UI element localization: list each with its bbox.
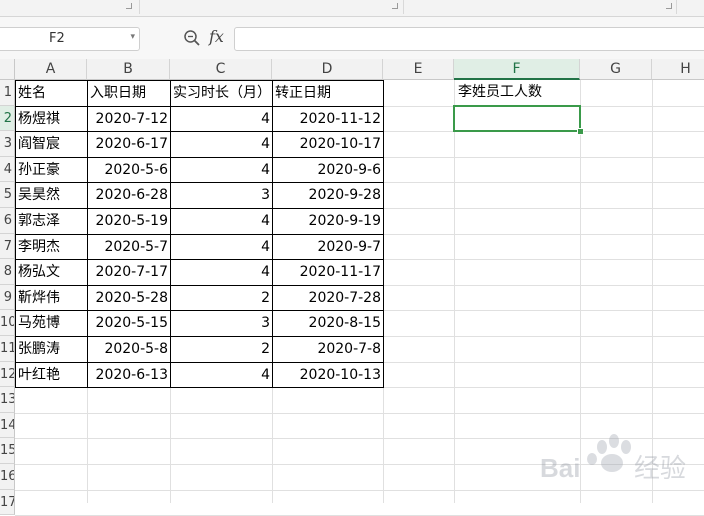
column-header-h[interactable]: H [652, 59, 704, 80]
table-cell[interactable]: 2020-7-12 [87, 105, 171, 133]
row-header-7[interactable]: 7 [0, 233, 15, 260]
table-header-cell[interactable]: 实习时长（月） [170, 80, 273, 107]
table-cell[interactable]: 2020-11-12 [272, 105, 384, 133]
table-cell[interactable]: 叶红艳 [15, 361, 88, 389]
row-header-5[interactable]: 5 [0, 182, 15, 208]
row-header-6[interactable]: 6 [0, 208, 15, 234]
table-cell[interactable]: 2020-7-8 [272, 336, 384, 363]
table-cell[interactable]: 杨弘文 [15, 259, 88, 286]
table-cell[interactable]: 李明杰 [15, 233, 88, 261]
table-cell[interactable]: 2020-7-28 [272, 284, 384, 312]
fx-icon[interactable]: fx [209, 27, 224, 46]
table-cell[interactable]: 张鹏涛 [15, 336, 88, 363]
table-cell[interactable]: 吴昊然 [15, 182, 88, 209]
table-cell[interactable]: 2020-9-7 [272, 233, 384, 261]
table-cell[interactable]: 4 [170, 361, 273, 389]
table-cell[interactable]: 4 [170, 105, 273, 133]
row-header-9[interactable]: 9 [0, 284, 15, 311]
table-cell[interactable]: 2 [170, 284, 273, 312]
table-cell[interactable]: 2020-11-17 [272, 259, 384, 286]
table-cell[interactable]: 4 [170, 208, 273, 235]
formula-bar: F2 ▾ fx [0, 17, 704, 60]
row-header-16[interactable]: 16 [0, 464, 15, 490]
table-cell[interactable]: 3 [170, 310, 273, 337]
row-header-11[interactable]: 11 [0, 336, 15, 362]
table-cell[interactable]: 2 [170, 336, 273, 363]
table-header-cell[interactable]: 姓名 [15, 80, 88, 107]
column-header-d[interactable]: D [272, 59, 383, 80]
table-cell[interactable]: 2020-9-28 [272, 182, 384, 209]
name-box[interactable]: F2 ▾ [0, 27, 140, 51]
gridline [15, 412, 704, 414]
row-header-8[interactable]: 8 [0, 259, 15, 285]
table-cell[interactable]: 2020-9-6 [272, 156, 384, 184]
table-cell[interactable]: 2020-7-17 [87, 259, 171, 286]
row-header-14[interactable]: 14 [0, 412, 15, 439]
table-cell[interactable]: 2020-5-6 [87, 156, 171, 184]
table-cell[interactable]: 2020-8-15 [272, 310, 384, 337]
row-header-17[interactable]: 17 [0, 489, 15, 516]
column-header-b[interactable]: B [87, 59, 170, 80]
table-cell[interactable]: 2020-5-28 [87, 284, 171, 312]
table-cell[interactable]: 2020-6-13 [87, 361, 171, 389]
column-header-a[interactable]: A [15, 59, 87, 80]
table-cell[interactable]: 2020-6-17 [87, 131, 171, 158]
select-all-corner[interactable] [0, 59, 15, 80]
ribbon-separator [139, 0, 140, 14]
table-cell[interactable]: 2020-9-19 [272, 208, 384, 235]
table-cell[interactable]: 2020-5-8 [87, 336, 171, 363]
row-header-4[interactable]: 4 [0, 156, 15, 183]
ribbon-bar [0, 0, 704, 17]
table-cell[interactable]: 2020-10-17 [272, 131, 384, 158]
table-header-cell[interactable]: 转正日期 [272, 80, 384, 107]
row-header-12[interactable]: 12 [0, 361, 15, 388]
ribbon-separator [403, 0, 404, 14]
table-header-cell[interactable]: 入职日期 [87, 80, 171, 107]
table-cell[interactable]: 4 [170, 156, 273, 184]
column-header-e[interactable]: E [383, 59, 454, 80]
table-cell[interactable]: 靳烨伟 [15, 284, 88, 312]
ribbon-expand-icon[interactable] [666, 3, 672, 9]
row-header-15[interactable]: 15 [0, 438, 15, 464]
svg-text:Bai: Bai [540, 453, 580, 483]
table-cell[interactable]: 2020-5-15 [87, 310, 171, 337]
formula-input[interactable] [234, 27, 704, 51]
svg-text:经验: 经验 [634, 454, 686, 484]
ribbon-separator [676, 0, 677, 14]
cell-f1-label[interactable]: 李姓员工人数 [454, 80, 580, 106]
chevron-down-icon[interactable]: ▾ [130, 32, 135, 42]
row-header-10[interactable]: 10 [0, 310, 15, 336]
row-header-2[interactable]: 2 [0, 105, 15, 132]
row-header-13[interactable]: 13 [0, 387, 15, 413]
table-cell[interactable]: 4 [170, 259, 273, 286]
selected-cell-f2[interactable] [453, 104, 581, 133]
table-cell[interactable]: 3 [170, 182, 273, 209]
table-cell[interactable]: 2020-6-28 [87, 182, 171, 209]
column-header-g[interactable]: G [580, 59, 652, 80]
table-cell[interactable]: 2020-10-13 [272, 361, 384, 389]
table-cell[interactable]: 2020-5-7 [87, 233, 171, 261]
column-header-c[interactable]: C [170, 59, 272, 80]
row-header-3[interactable]: 3 [0, 131, 15, 157]
table-cell[interactable]: 4 [170, 131, 273, 158]
table-cell[interactable]: 孙正豪 [15, 156, 88, 184]
ribbon-expand-icon[interactable] [126, 3, 132, 9]
name-box-value: F2 [49, 31, 65, 46]
table-cell[interactable]: 杨煜祺 [15, 105, 88, 133]
ribbon-expand-icon[interactable] [392, 3, 398, 9]
table-cell[interactable]: 2020-5-19 [87, 208, 171, 235]
baidu-watermark-logo: Bai 经验 [540, 434, 686, 484]
row-header-1[interactable]: 1 [0, 80, 15, 106]
table-cell[interactable]: 郭志泽 [15, 208, 88, 235]
table-cell[interactable]: 阎智宸 [15, 131, 88, 158]
fill-handle[interactable] [577, 128, 584, 136]
zoom-icon[interactable] [183, 29, 201, 47]
table-cell[interactable]: 马苑博 [15, 310, 88, 337]
table-cell[interactable]: 4 [170, 233, 273, 261]
column-header-f[interactable]: F [454, 59, 580, 80]
gridline [454, 80, 455, 503]
